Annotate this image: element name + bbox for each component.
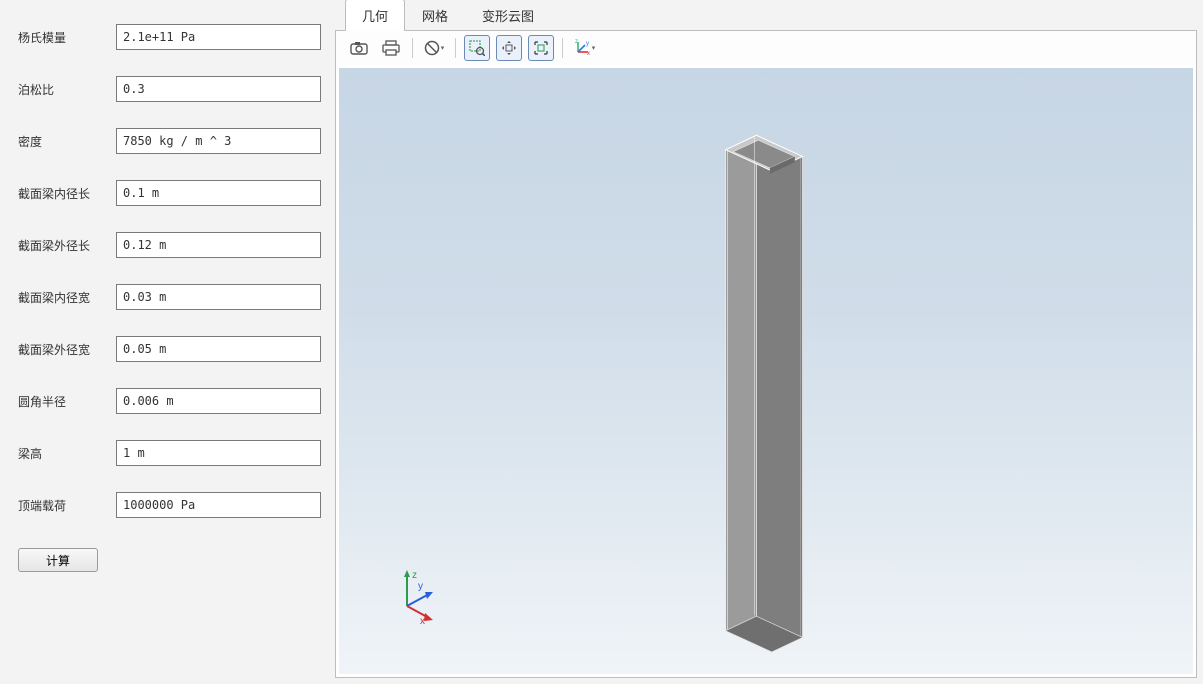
beam-geometry [339, 68, 1193, 674]
zoom-box-icon[interactable] [464, 35, 490, 61]
label-inner-width: 截面梁内径宽 [18, 289, 116, 306]
compute-button[interactable]: 计算 [18, 548, 98, 572]
input-beam-height[interactable] [116, 440, 321, 466]
axis-y-label: y [418, 581, 423, 592]
axis-gizmo: z y x [387, 566, 447, 626]
label-poisson-ratio: 泊松比 [18, 81, 116, 98]
input-density[interactable] [116, 128, 321, 154]
tab-deformation[interactable]: 变形云图 [465, 0, 551, 31]
input-poisson-ratio[interactable] [116, 76, 321, 102]
input-inner-width[interactable] [116, 284, 321, 310]
label-density: 密度 [18, 133, 116, 150]
tab-bar: 几何 网格 变形云图 [335, 0, 1197, 30]
label-fillet-radius: 圆角半径 [18, 393, 116, 410]
prohibit-icon[interactable]: ▾ [421, 35, 447, 61]
camera-icon[interactable] [346, 35, 372, 61]
field-poisson-ratio: 泊松比 [18, 76, 321, 102]
label-inner-length: 截面梁内径长 [18, 185, 116, 202]
viewport-frame: ▾ zyx ▾ [335, 30, 1197, 678]
field-inner-width: 截面梁内径宽 [18, 284, 321, 310]
tab-geometry[interactable]: 几何 [345, 0, 405, 31]
field-outer-width: 截面梁外径宽 [18, 336, 321, 362]
input-top-load[interactable] [116, 492, 321, 518]
label-top-load: 顶端载荷 [18, 497, 116, 514]
viewport-area: 几何 网格 变形云图 ▾ [335, 0, 1203, 684]
input-outer-width[interactable] [116, 336, 321, 362]
axis-x-label: x [420, 616, 425, 626]
label-outer-width: 截面梁外径宽 [18, 341, 116, 358]
toolbar-separator [455, 38, 456, 58]
zoom-extents-icon[interactable] [528, 35, 554, 61]
field-density: 密度 [18, 128, 321, 154]
input-youngs-modulus[interactable] [116, 24, 321, 50]
svg-text:y: y [586, 41, 589, 47]
print-icon[interactable] [378, 35, 404, 61]
viewport-toolbar: ▾ z yx ▾ [336, 31, 1196, 65]
toolbar-separator [562, 38, 563, 58]
label-outer-length: 截面梁外径长 [18, 237, 116, 254]
field-fillet-radius: 圆角半径 [18, 388, 321, 414]
chevron-down-icon: ▾ [592, 44, 596, 52]
3d-viewport[interactable]: z y x [339, 68, 1193, 674]
parameters-panel: 杨氏模量 泊松比 密度 截面梁内径长 截面梁外径长 截面梁内径宽 截面梁外径宽 [0, 0, 335, 684]
label-youngs-modulus: 杨氏模量 [18, 29, 116, 46]
input-fillet-radius[interactable] [116, 388, 321, 414]
field-top-load: 顶端载荷 [18, 492, 321, 518]
label-beam-height: 梁高 [18, 445, 116, 462]
chevron-down-icon: ▾ [441, 44, 445, 52]
input-outer-length[interactable] [116, 232, 321, 258]
axis-z-label: z [412, 570, 417, 581]
input-inner-length[interactable] [116, 180, 321, 206]
pan-icon[interactable] [496, 35, 522, 61]
toolbar-separator [412, 38, 413, 58]
app-root: 杨氏模量 泊松比 密度 截面梁内径长 截面梁外径长 截面梁内径宽 截面梁外径宽 [0, 0, 1203, 684]
svg-text:z: z [575, 39, 578, 45]
tab-mesh[interactable]: 网格 [405, 0, 465, 31]
field-outer-length: 截面梁外径长 [18, 232, 321, 258]
field-youngs-modulus: 杨氏模量 [18, 24, 321, 50]
field-beam-height: 梁高 [18, 440, 321, 466]
svg-text:x: x [587, 51, 590, 57]
field-inner-length: 截面梁内径长 [18, 180, 321, 206]
axes-icon[interactable]: z yx ▾ [571, 35, 597, 61]
